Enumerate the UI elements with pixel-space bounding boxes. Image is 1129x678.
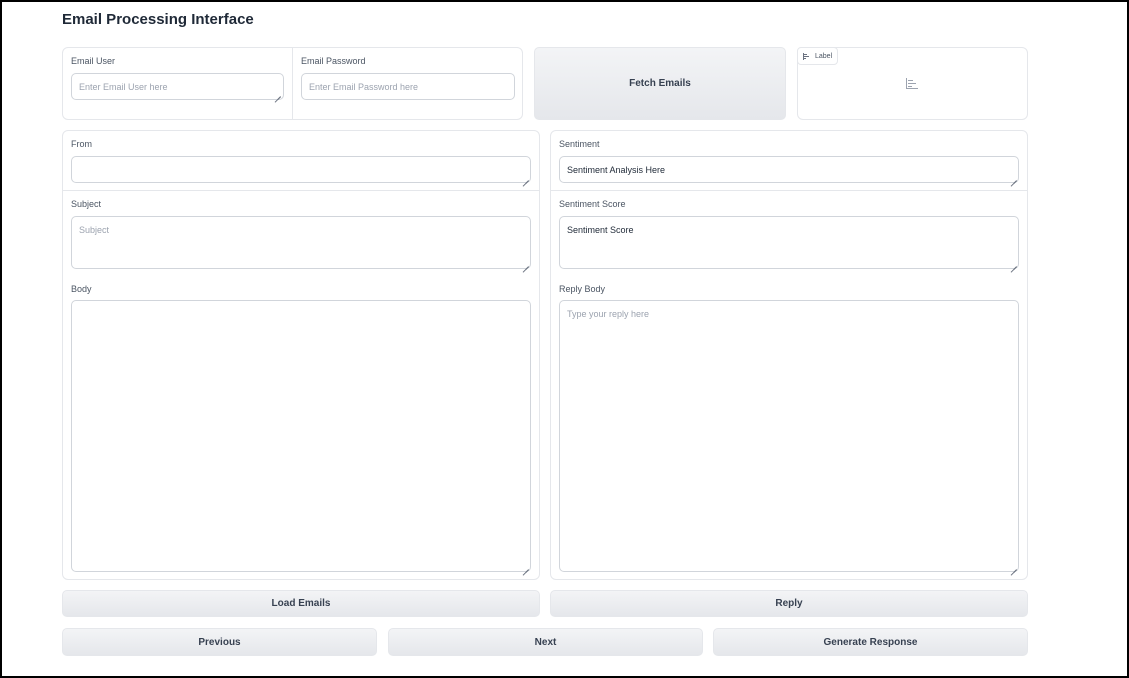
resize-handle-icon[interactable] — [522, 563, 529, 570]
credentials-divider — [292, 48, 293, 119]
email-user-input[interactable]: Enter Email User here — [71, 73, 284, 100]
body-label: Body — [71, 284, 92, 294]
label-tag: Label — [797, 47, 839, 65]
bar-chart-icon — [803, 52, 810, 60]
fetch-emails-button[interactable]: Fetch Emails — [534, 47, 786, 120]
sentiment-score-label: Sentiment Score — [559, 199, 626, 209]
sentiment-field[interactable]: Sentiment Analysis Here — [559, 156, 1019, 183]
resize-handle-icon[interactable] — [522, 260, 529, 267]
resize-handle-icon[interactable] — [522, 174, 529, 181]
label-tag-text: Label — [815, 52, 833, 60]
resize-handle-icon[interactable] — [1010, 174, 1017, 181]
from-label: From — [71, 139, 92, 149]
from-field[interactable] — [71, 156, 531, 183]
load-emails-button[interactable]: Load Emails — [62, 590, 540, 617]
email-password-input[interactable]: Enter Email Password here — [301, 73, 515, 100]
email-user-label: Email User — [71, 56, 116, 66]
resize-handle-icon[interactable] — [1010, 260, 1017, 267]
sentiment-label: Sentiment — [559, 139, 600, 149]
analysis-panel-divider — [551, 190, 1027, 191]
empty-label-icon — [906, 78, 918, 89]
email-password-label: Email Password — [301, 56, 366, 66]
subject-label: Subject — [71, 199, 102, 209]
reply-body-field[interactable]: Type your reply here — [559, 300, 1019, 572]
next-button[interactable]: Next — [388, 628, 703, 656]
email-panel-divider — [63, 190, 539, 191]
sentiment-score-field[interactable]: Sentiment Score — [559, 216, 1019, 269]
page-title: Email Processing Interface — [62, 11, 254, 28]
resize-handle-icon[interactable] — [274, 90, 281, 97]
subject-field[interactable]: Subject — [71, 216, 531, 269]
previous-button[interactable]: Previous — [62, 628, 377, 656]
body-field[interactable] — [71, 300, 531, 572]
reply-button[interactable]: Reply — [550, 590, 1028, 617]
reply-body-label: Reply Body — [559, 284, 606, 294]
generate-response-button[interactable]: Generate Response — [713, 628, 1028, 656]
resize-handle-icon[interactable] — [1010, 563, 1017, 570]
app-window: Email Processing Interface Email User En… — [0, 0, 1129, 678]
